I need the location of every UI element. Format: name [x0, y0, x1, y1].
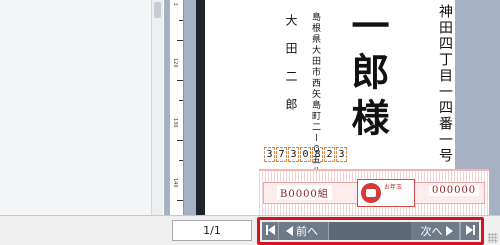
postal-code-digit: 3: [288, 147, 299, 162]
ruler-label-top: ↕: [172, 2, 178, 7]
bottom-toolbar: 1/1 前へ 次へ: [0, 215, 500, 245]
sender-postal-code: 3 7 3 0 8 2 3: [264, 147, 347, 162]
preview-viewer: ↕ 120 130 140 神田四丁目一四番一号 一郎様 島根県大田市西矢島町二…: [164, 0, 500, 215]
paper-shadow: [196, 0, 205, 215]
first-page-icon: [265, 224, 275, 238]
lottery-number: 000000: [429, 185, 480, 196]
vertical-ruler: ↕ 120 130 140: [170, 0, 184, 215]
ruler-tick: [179, 100, 183, 101]
ruler-tick: [179, 160, 183, 161]
postcard-page: 神田四丁目一四番一号 一郎様 島根県大田市西矢島町二ー０五八 大田二郎 3 7 …: [205, 0, 489, 215]
stamp-logo-icon: [361, 183, 381, 203]
sender-name: 大田二郎: [284, 14, 298, 126]
postal-code-digit: 7: [276, 147, 287, 162]
lottery-group: B0000組: [277, 185, 332, 200]
page-slider-track[interactable]: [329, 222, 411, 240]
triangle-left-icon: [286, 226, 293, 236]
ruler-tick: [177, 40, 183, 41]
postal-code-digit: 3: [336, 147, 347, 162]
next-page-button[interactable]: 次へ: [411, 222, 460, 240]
next-label: 次へ: [420, 225, 443, 238]
postal-code-digit: 3: [264, 147, 275, 162]
ruler-tick: [177, 200, 183, 201]
ruler-tick: [177, 140, 183, 141]
ruler-tick: [177, 80, 183, 81]
left-panel-scrollbar[interactable]: [151, 0, 163, 215]
postal-code-digit: 2: [324, 147, 335, 162]
recipient-address: 神田四丁目一四番一号: [437, 4, 453, 164]
ruler-label: 140: [172, 178, 178, 188]
postal-code-digit: 8: [312, 147, 323, 162]
postal-code-digit: 0: [300, 147, 311, 162]
last-page-icon: [465, 224, 475, 238]
lottery-area: B0000組 お年玉 000000: [259, 169, 489, 215]
triangle-right-icon: [445, 226, 453, 236]
scrollbar-thumb[interactable]: [154, 2, 161, 18]
page-navigation: 前へ 次へ: [262, 222, 479, 240]
stamp-text: お年玉: [384, 184, 403, 191]
left-panel: [0, 0, 163, 215]
ruler-label: 130: [172, 118, 178, 128]
new-year-stamp: お年玉: [357, 179, 415, 207]
ruler-label: 120: [172, 58, 178, 68]
last-page-button[interactable]: [460, 222, 479, 240]
recipient-name: 一郎様: [345, 6, 390, 144]
first-page-button[interactable]: [262, 222, 279, 240]
previous-label: 前へ: [296, 225, 318, 238]
page-indicator: 1/1: [172, 220, 252, 241]
resize-grip-icon[interactable]: [488, 233, 498, 243]
ruler-tick: [179, 20, 183, 21]
previous-page-button[interactable]: 前へ: [279, 222, 329, 240]
